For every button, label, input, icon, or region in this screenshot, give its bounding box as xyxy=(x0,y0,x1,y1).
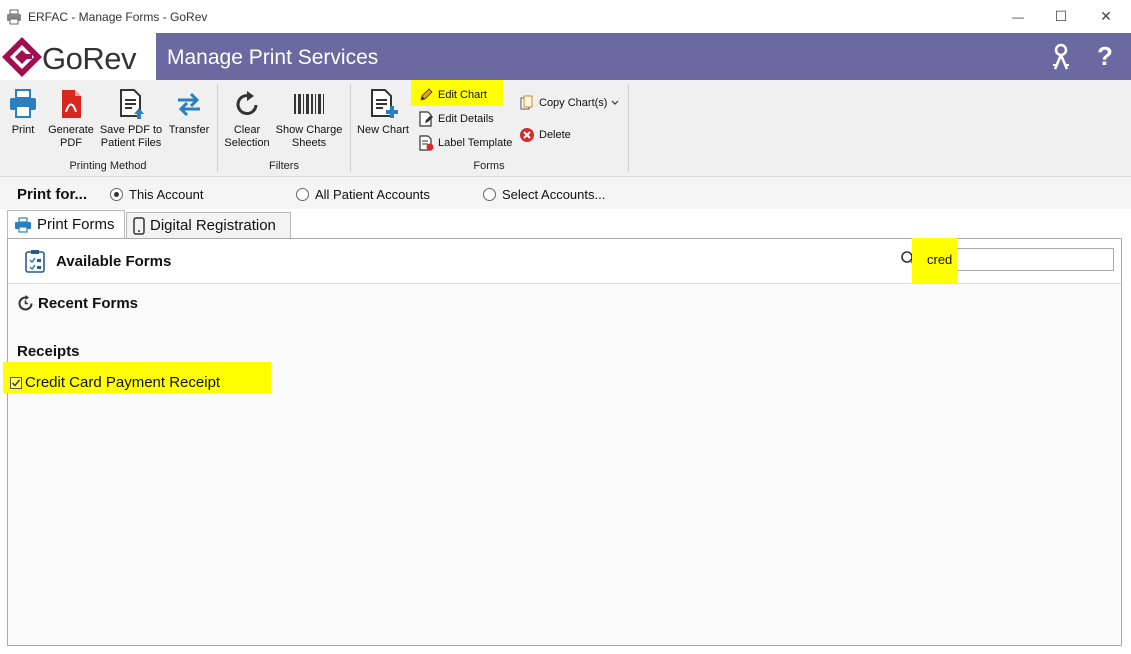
new-document-icon xyxy=(371,89,398,118)
mobile-phone-icon xyxy=(133,216,145,235)
ribbon-divider xyxy=(350,84,351,172)
minimize-icon: — xyxy=(1012,9,1024,24)
ribbon-divider xyxy=(217,84,218,172)
refresh-icon xyxy=(236,91,258,115)
pencil-icon xyxy=(420,88,433,101)
page-title: Manage Print Services xyxy=(167,46,379,69)
transfer-icon xyxy=(178,92,200,117)
close-button[interactable]: ✕ xyxy=(1083,0,1129,33)
transfer-button[interactable]: Transfer xyxy=(166,88,212,137)
forms-panel xyxy=(7,238,1122,646)
pdf-icon xyxy=(62,90,81,118)
title-bar: ERFAC - Manage Forms - GoRev — ☐ ✕ xyxy=(0,0,1131,33)
minimize-button[interactable]: — xyxy=(995,0,1041,33)
ribbon: Print Generate PDF Save PDF to Patient F… xyxy=(0,80,1131,177)
edit-chart-button[interactable]: Edit Chart xyxy=(418,86,487,104)
form-item-credit-card-payment-receipt[interactable]: Credit Card Payment Receipt xyxy=(10,374,220,391)
show-charge-sheets-button[interactable]: Show Charge Sheets xyxy=(275,88,343,150)
gorev-logo-icon xyxy=(2,37,42,77)
printer-icon xyxy=(10,89,36,118)
close-icon: ✕ xyxy=(1100,8,1112,24)
print-for-label: Print for... xyxy=(17,186,88,203)
save-document-icon xyxy=(120,89,144,119)
section-heading-receipts: Receipts xyxy=(17,343,80,360)
radio-unselected-icon xyxy=(296,188,309,201)
checkbox-checked-icon[interactable] xyxy=(10,376,22,389)
save-pdf-to-patient-files-button[interactable]: Save PDF to Patient Files xyxy=(99,88,163,150)
tab-print-forms[interactable]: Print Forms xyxy=(7,210,125,238)
label-template-icon xyxy=(419,135,434,151)
tab-digital-registration[interactable]: Digital Registration xyxy=(126,212,291,238)
recent-history-icon xyxy=(18,295,33,311)
barcode-icon xyxy=(294,94,324,114)
filters-group-label: Filters xyxy=(269,160,299,172)
logo-text: GoRev xyxy=(42,41,136,76)
clear-selection-button[interactable]: Clear Selection xyxy=(222,88,272,150)
delete-icon xyxy=(520,128,534,142)
label-template-button[interactable]: Label Template xyxy=(418,134,512,152)
chevron-down-icon xyxy=(612,100,619,105)
forms-group-label: Forms xyxy=(473,160,505,172)
copy-charts-button[interactable]: Copy Chart(s) xyxy=(519,94,619,112)
available-forms-title: Available Forms xyxy=(56,253,172,270)
generate-pdf-button[interactable]: Generate PDF xyxy=(45,88,97,150)
window-title: ERFAC - Manage Forms - GoRev xyxy=(28,10,208,24)
copy-icon xyxy=(520,95,533,110)
select-accounts-radio[interactable]: Select Accounts... xyxy=(483,187,605,202)
printing-method-group-label: Printing Method xyxy=(69,160,147,172)
printer-app-icon xyxy=(7,9,21,25)
print-for-bar: Print for... This Account All Patient Ac… xyxy=(0,177,1131,209)
edit-details-button[interactable]: Edit Details xyxy=(418,110,494,128)
new-chart-button[interactable]: New Chart xyxy=(355,88,411,137)
recent-forms-label[interactable]: Recent Forms xyxy=(38,295,138,312)
print-button[interactable]: Print xyxy=(4,88,42,137)
help-button[interactable]: ? xyxy=(1097,41,1113,72)
maximize-button[interactable]: ☐ xyxy=(1038,0,1084,33)
search-input-value[interactable]: cred xyxy=(927,252,952,267)
maximize-icon: ☐ xyxy=(1054,8,1068,24)
delete-button[interactable]: Delete xyxy=(519,126,571,144)
radio-selected-icon xyxy=(110,188,123,201)
printer-icon xyxy=(15,216,31,233)
this-account-radio[interactable]: This Account xyxy=(110,187,203,202)
clipboard-checklist-icon xyxy=(25,250,45,273)
all-patient-accounts-radio[interactable]: All Patient Accounts xyxy=(296,187,430,202)
page-header: Manage Print Services ? xyxy=(156,33,1131,80)
edit-details-icon xyxy=(419,111,433,127)
ribbon-divider xyxy=(628,84,629,172)
keys-icon[interactable] xyxy=(1049,43,1073,71)
gorev-logo: GoRev xyxy=(0,33,156,80)
radio-unselected-icon xyxy=(483,188,496,201)
